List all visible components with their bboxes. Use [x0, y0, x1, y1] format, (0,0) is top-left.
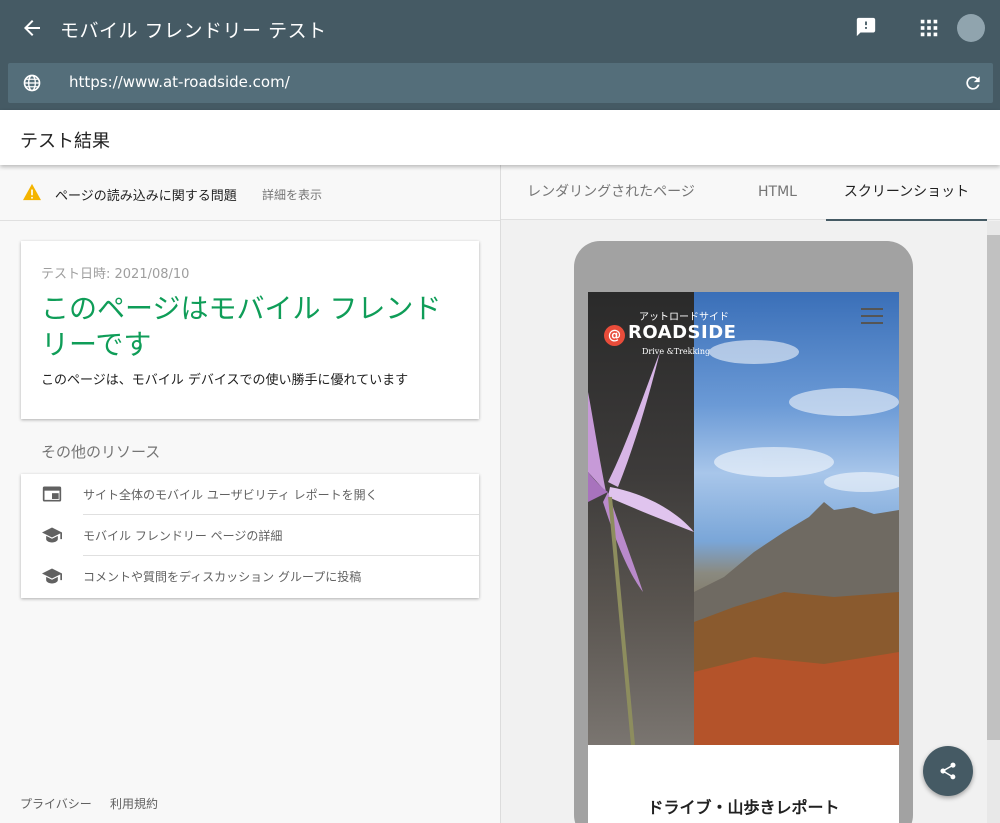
app-title: モバイル フレンドリー テスト	[60, 20, 327, 42]
school-icon	[42, 527, 62, 543]
feedback-icon[interactable]	[855, 16, 877, 38]
url-text[interactable]: https://www.at-roadside.com/	[69, 73, 290, 91]
site-brand-kana: アットロードサイド	[639, 312, 729, 323]
report-icon	[42, 486, 62, 502]
resource-item-label: コメントや質問をディスカッション グループに投稿	[83, 570, 362, 584]
privacy-link[interactable]: プライバシー	[20, 795, 92, 812]
resource-item-discussion-group[interactable]: コメントや質問をディスカッション グループに投稿	[21, 556, 479, 597]
url-bar[interactable]: https://www.at-roadside.com/	[8, 63, 993, 103]
tab-rendered-page[interactable]: レンダリングされたページ	[521, 165, 701, 220]
phone-screenshot: アットロードサイド @ ROADSIDE Drive &Trekking ドライ…	[588, 292, 899, 823]
resource-item-usability-report[interactable]: サイト全体のモバイル ユーザビリティ レポートを開く	[21, 474, 479, 515]
issues-text: ページの読み込みに関する問題	[55, 189, 237, 204]
reload-icon[interactable]	[963, 73, 983, 93]
verdict-card: テスト日時: 2021/08/10 このページはモバイル フレンドリーです この…	[21, 241, 479, 419]
resources-list: サイト全体のモバイル ユーザビリティ レポートを開く モバイル フレンドリー ペ…	[21, 474, 479, 598]
apps-grid-icon[interactable]	[918, 17, 940, 39]
site-brand-mark: @	[604, 325, 625, 346]
school-icon	[42, 568, 62, 584]
warning-icon	[23, 183, 41, 201]
share-icon	[940, 762, 956, 780]
site-headline: ドライブ・山歩きレポート	[647, 798, 840, 817]
scrollbar[interactable]	[987, 221, 1000, 823]
back-arrow-icon[interactable]	[20, 16, 44, 40]
right-pane: レンダリングされたページ HTML スクリーンショット アットロードサイド @ …	[501, 165, 1000, 823]
site-brand-tagline: Drive &Trekking	[642, 347, 711, 356]
resources-heading: その他のリソース	[41, 443, 161, 461]
show-details-link[interactable]: 詳細を表示	[262, 186, 322, 203]
globe-icon	[23, 74, 41, 92]
resource-item-label: サイト全体のモバイル ユーザビリティ レポートを開く	[83, 488, 378, 502]
site-brand-name: ROADSIDE	[628, 322, 737, 343]
hamburger-menu-icon[interactable]	[861, 307, 883, 325]
tab-screenshot[interactable]: スクリーンショット	[826, 165, 987, 221]
resource-item-label: モバイル フレンドリー ページの詳細	[83, 529, 283, 543]
view-tabs: レンダリングされたページ HTML スクリーンショット	[501, 165, 1000, 221]
scrollbar-thumb[interactable]	[987, 235, 1000, 740]
verdict-description: このページは、モバイル デバイスでの使い勝手に優れています	[41, 373, 409, 388]
account-avatar[interactable]	[957, 14, 985, 42]
tab-html[interactable]: HTML	[740, 165, 815, 220]
app-bar: モバイル フレンドリー テスト https://www.at-roadside.…	[0, 0, 1000, 110]
left-pane: ページの読み込みに関する問題 詳細を表示 テスト日時: 2021/08/10 こ…	[0, 165, 501, 823]
test-date: テスト日時: 2021/08/10	[41, 267, 190, 282]
mountain-illustration	[694, 340, 899, 745]
terms-link[interactable]: 利用規約	[110, 795, 158, 812]
top-toolbar: モバイル フレンドリー テスト	[0, 0, 1000, 56]
results-title: テスト結果	[20, 131, 110, 152]
resource-item-mobile-friendly-details[interactable]: モバイル フレンドリー ページの詳細	[21, 515, 479, 556]
verdict-headline: このページはモバイル フレンドリーです	[41, 292, 442, 361]
page-loading-issues[interactable]: ページの読み込みに関する問題 詳細を表示	[0, 165, 500, 221]
share-button[interactable]	[923, 746, 973, 796]
site-hero-image: アットロードサイド @ ROADSIDE Drive &Trekking	[588, 292, 899, 745]
results-header: テスト結果	[0, 110, 1000, 165]
flower-illustration	[588, 352, 694, 745]
